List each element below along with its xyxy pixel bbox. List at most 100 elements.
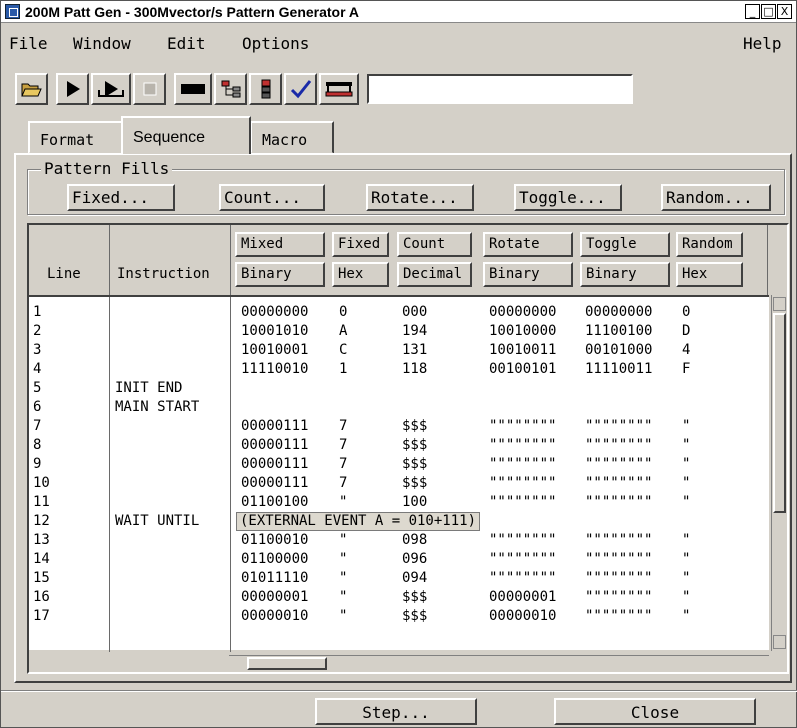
col-random-name[interactable]: Random <box>676 232 743 257</box>
cell-fixed[interactable]: " <box>339 531 347 550</box>
cell-line[interactable]: 6 <box>33 398 41 417</box>
cell-fixed[interactable]: 1 <box>339 360 347 379</box>
toggle-fill-button[interactable]: Toggle... <box>514 184 622 211</box>
cell-fixed[interactable]: " <box>339 607 347 626</box>
cell-instr[interactable]: INIT END <box>115 379 182 398</box>
cell-toggle[interactable]: 00000000 <box>585 303 652 322</box>
cell-mixed[interactable]: 00000111 <box>241 436 308 455</box>
cell-rotate[interactable]: """""""" <box>489 550 556 569</box>
wait-event-condition[interactable]: (EXTERNAL EVENT A = 010+111) <box>236 512 481 531</box>
table-row[interactable]: 16 00000001 " $$$ 00000001 """""""" " <box>29 588 769 607</box>
config-button[interactable] <box>249 73 282 105</box>
col-random-base[interactable]: Hex <box>676 262 743 287</box>
cell-mixed[interactable]: 01011110 <box>241 569 308 588</box>
cell-rotate[interactable]: """""""" <box>489 455 556 474</box>
stop-button[interactable] <box>133 73 166 105</box>
cell-line[interactable]: 4 <box>33 360 41 379</box>
col-rotate-name[interactable]: Rotate <box>483 232 573 257</box>
cell-random[interactable]: 4 <box>682 341 690 360</box>
cell-fixed[interactable]: A <box>339 322 347 341</box>
menu-file[interactable]: File <box>9 34 48 53</box>
table-row[interactable]: 2 10001010 A 194 10010000 11100100 D <box>29 322 769 341</box>
cell-toggle[interactable]: 11110011 <box>585 360 652 379</box>
cell-fixed[interactable]: " <box>339 569 347 588</box>
cell-count[interactable]: $$$ <box>402 455 427 474</box>
cell-toggle[interactable]: """""""" <box>585 474 652 493</box>
cell-line[interactable]: 5 <box>33 379 41 398</box>
cell-toggle[interactable]: 00101000 <box>585 341 652 360</box>
cell-random[interactable]: F <box>682 360 690 379</box>
cell-rotate[interactable]: 10010011 <box>489 341 556 360</box>
cell-line[interactable]: 8 <box>33 436 41 455</box>
table-row[interactable]: 4 11110010 1 118 00100101 11110011 F <box>29 360 769 379</box>
vertical-scroll-thumb[interactable] <box>773 313 786 513</box>
cell-fixed[interactable]: C <box>339 341 347 360</box>
table-row[interactable]: 15 01011110 " 094 """""""" """""""" " <box>29 569 769 588</box>
table-row[interactable]: 11 01100100 " 100 """""""" """""""" " <box>29 493 769 512</box>
run-repetitive-button[interactable] <box>91 73 131 105</box>
cell-rotate[interactable]: 00100101 <box>489 360 556 379</box>
cell-rotate[interactable]: 10010000 <box>489 322 556 341</box>
cell-count[interactable]: 131 <box>402 341 427 360</box>
cell-count[interactable]: $$$ <box>402 607 427 626</box>
table-row[interactable]: 17 00000010 " $$$ 00000010 """""""" " <box>29 607 769 626</box>
cell-mixed[interactable]: 01100100 <box>241 493 308 512</box>
menu-edit[interactable]: Edit <box>167 34 206 53</box>
col-fixed-base[interactable]: Hex <box>332 262 389 287</box>
cell-mixed[interactable]: 01100010 <box>241 531 308 550</box>
cell-fixed[interactable]: 7 <box>339 436 347 455</box>
cell-random[interactable]: D <box>682 322 690 341</box>
vertical-scrollbar[interactable] <box>771 295 787 651</box>
menu-window[interactable]: Window <box>73 34 131 53</box>
horizontal-scroll-thumb[interactable] <box>247 657 327 670</box>
minimize-button[interactable]: _ <box>745 4 760 19</box>
col-rotate-base[interactable]: Binary <box>483 262 573 287</box>
format-tree-button[interactable] <box>214 73 247 105</box>
open-file-button[interactable] <box>15 73 48 105</box>
step-button[interactable]: Step... <box>315 698 477 725</box>
cell-line[interactable]: 13 <box>33 531 50 550</box>
cell-rotate[interactable]: 00000000 <box>489 303 556 322</box>
cell-count[interactable]: $$$ <box>402 436 427 455</box>
black-bar-button[interactable] <box>174 73 212 105</box>
cell-random[interactable]: " <box>682 550 690 569</box>
cell-instr[interactable]: WAIT UNTIL <box>115 512 199 531</box>
cell-fixed[interactable]: 7 <box>339 455 347 474</box>
scroll-up-icon[interactable] <box>773 297 786 311</box>
check-button[interactable] <box>284 73 317 105</box>
cell-toggle[interactable]: """""""" <box>585 436 652 455</box>
table-row[interactable]: 1 00000000 0 000 00000000 00000000 0 <box>29 303 769 322</box>
cell-line[interactable]: 17 <box>33 607 50 626</box>
cell-fixed[interactable]: 7 <box>339 474 347 493</box>
cell-count[interactable]: $$$ <box>402 474 427 493</box>
cell-rotate[interactable]: 00000010 <box>489 607 556 626</box>
cell-toggle[interactable]: """""""" <box>585 455 652 474</box>
cell-toggle[interactable]: """""""" <box>585 531 652 550</box>
cell-line[interactable]: 14 <box>33 550 50 569</box>
cell-mixed[interactable]: 00000001 <box>241 588 308 607</box>
cell-random[interactable]: " <box>682 474 690 493</box>
col-toggle-base[interactable]: Binary <box>580 262 670 287</box>
cell-count[interactable]: 000 <box>402 303 427 322</box>
cell-random[interactable]: 0 <box>682 303 690 322</box>
cell-rotate[interactable]: """""""" <box>489 474 556 493</box>
close-window-button[interactable]: X <box>777 4 792 19</box>
cell-line[interactable]: 1 <box>33 303 41 322</box>
cell-rotate[interactable]: """""""" <box>489 531 556 550</box>
toolbar-status-field[interactable] <box>367 74 633 104</box>
cell-random[interactable]: " <box>682 436 690 455</box>
random-fill-button[interactable]: Random... <box>661 184 771 211</box>
table-row[interactable]: 9 00000111 7 $$$ """""""" """""""" " <box>29 455 769 474</box>
close-button[interactable]: Close <box>554 698 756 725</box>
table-row[interactable]: 13 01100010 " 098 """""""" """""""" " <box>29 531 769 550</box>
cell-count[interactable]: 098 <box>402 531 427 550</box>
table-body[interactable]: 1 00000000 0 000 00000000 00000000 0 2 10001010 A… <box>29 295 769 652</box>
cable-button[interactable] <box>319 73 359 105</box>
cell-rotate[interactable]: """""""" <box>489 417 556 436</box>
cell-random[interactable]: " <box>682 607 690 626</box>
count-fill-button[interactable]: Count... <box>219 184 325 211</box>
cell-instr[interactable]: MAIN START <box>115 398 199 417</box>
cell-count[interactable]: 100 <box>402 493 427 512</box>
menu-options[interactable]: Options <box>242 34 309 53</box>
cell-line[interactable]: 10 <box>33 474 50 493</box>
